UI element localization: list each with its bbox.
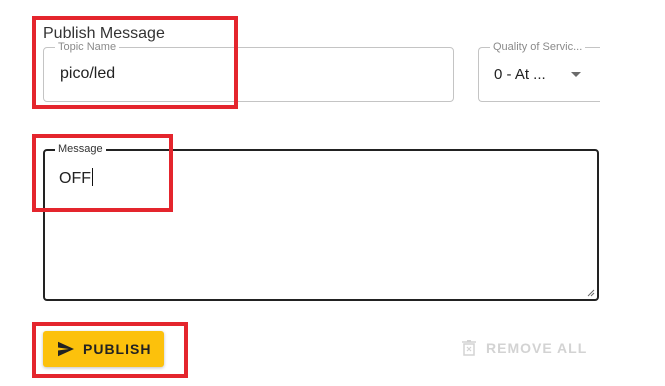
qos-value[interactable]: 0 - At ...: [494, 66, 546, 83]
message-label: Message: [55, 143, 106, 155]
resize-grip-icon[interactable]: [587, 289, 595, 297]
trash-icon: [462, 340, 476, 356]
publish-button[interactable]: PUBLISH: [43, 331, 164, 367]
topic-name-label: Topic Name: [55, 41, 120, 53]
caret-down-icon[interactable]: [571, 72, 581, 77]
remove-all-button[interactable]: REMOVE ALL: [461, 339, 587, 357]
send-icon: [58, 341, 74, 357]
qos-label: Quality of Servic...: [490, 41, 586, 53]
message-value-wrap[interactable]: OFF: [59, 168, 93, 188]
qos-select[interactable]: Quality of Servic... 0 - At ...: [478, 41, 600, 102]
topic-name-value[interactable]: pico/led: [60, 65, 115, 83]
message-value[interactable]: OFF: [59, 170, 91, 187]
text-cursor: [92, 168, 93, 186]
topic-name-field[interactable]: Topic Name pico/led: [43, 41, 454, 102]
message-field[interactable]: Message OFF: [43, 143, 599, 301]
remove-all-label: REMOVE ALL: [486, 340, 588, 356]
publish-button-label: PUBLISH: [83, 341, 152, 357]
